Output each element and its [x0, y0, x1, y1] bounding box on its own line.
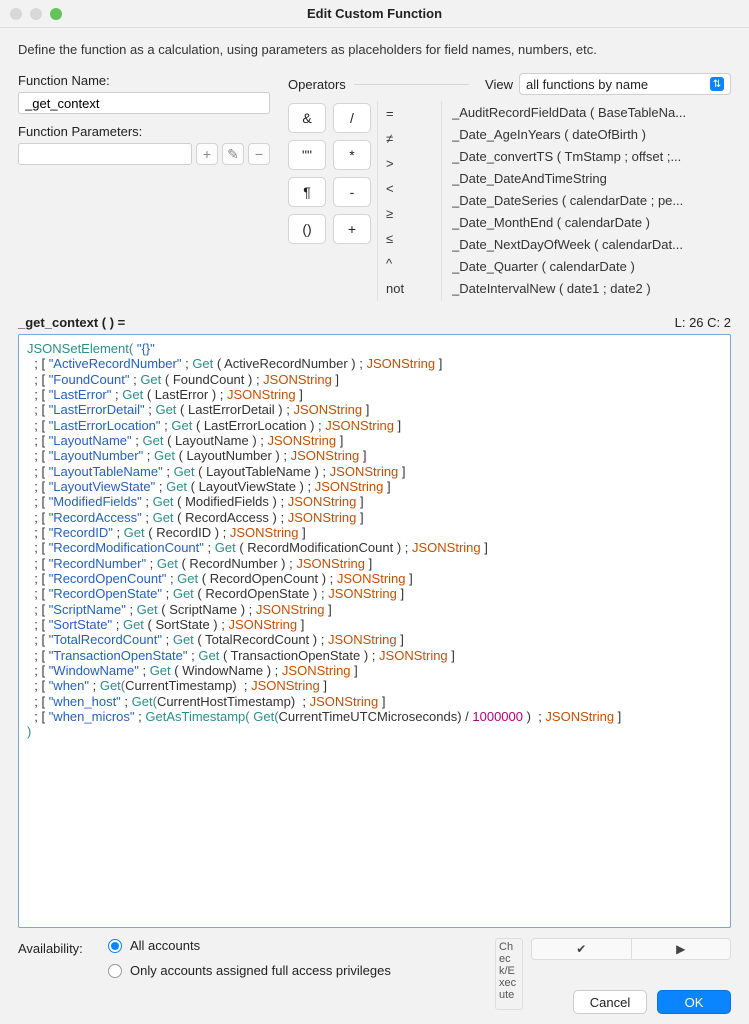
function-list[interactable]: _AuditRecordFieldData ( BaseTableNa..._D…: [441, 101, 731, 301]
function-list-item[interactable]: _Date_DateSeries ( calendarDate ; pe...: [452, 189, 731, 211]
dialog-window: Edit Custom Function Define the function…: [0, 0, 749, 1024]
left-column: Function Name: Function Parameters: + ✎ …: [18, 73, 270, 301]
parameter-input[interactable]: [18, 143, 192, 165]
view-select-value: all functions by name: [526, 77, 648, 92]
operators-body: &/""*¶-()+ =≠><≥≤^notand _AuditRecordFie…: [288, 101, 731, 301]
operator-grid: &/""*¶-()+: [288, 101, 371, 301]
edit-parameter-button[interactable]: ✎: [222, 143, 244, 165]
operators-label: Operators: [288, 77, 346, 92]
operator-button[interactable]: -: [333, 177, 371, 207]
play-icon: ▶: [676, 942, 685, 956]
parameter-row: + ✎ −: [18, 143, 270, 165]
comparison-op[interactable]: =: [386, 101, 435, 126]
check-execute-label: Check/Execute: [495, 938, 523, 1010]
function-list-item[interactable]: _Date_Quarter ( calendarDate ): [452, 255, 731, 277]
function-name-input[interactable]: [18, 92, 270, 114]
dialog-buttons: Cancel OK: [531, 990, 731, 1014]
function-parameters-label: Function Parameters:: [18, 124, 270, 139]
run-button[interactable]: ▶: [632, 939, 731, 959]
remove-parameter-button[interactable]: −: [248, 143, 270, 165]
comparison-op[interactable]: <: [386, 176, 435, 201]
cursor-position: L: 26 C: 2: [675, 315, 731, 330]
function-list-item[interactable]: _AuditRecordFieldData ( BaseTableNa...: [452, 101, 731, 123]
operators-column: Operators View all functions by name ⇅ &…: [288, 73, 731, 301]
intro-text: Define the function as a calculation, us…: [18, 42, 731, 57]
operator-button[interactable]: *: [333, 140, 371, 170]
function-signature: _get_context ( ) =: [18, 315, 125, 330]
bottom-row: Availability: All accounts Only accounts…: [18, 938, 731, 1014]
function-list-item[interactable]: _Date_MonthEnd ( calendarDate ): [452, 211, 731, 233]
operator-button[interactable]: +: [333, 214, 371, 244]
check-run-toolbar: ✔ ▶: [531, 938, 731, 960]
dialog-content: Define the function as a calculation, us…: [0, 28, 749, 1024]
plus-icon: +: [203, 146, 211, 162]
comparison-op[interactable]: >: [386, 151, 435, 176]
top-row: Function Name: Function Parameters: + ✎ …: [18, 73, 731, 301]
view-label: View: [485, 77, 513, 92]
comparison-op[interactable]: ≥: [386, 201, 435, 226]
chevron-updown-icon: ⇅: [710, 77, 724, 91]
function-name-label: Function Name:: [18, 73, 270, 88]
titlebar: Edit Custom Function: [0, 0, 749, 28]
check-icon: ✔: [576, 942, 586, 956]
operators-header: Operators View all functions by name ⇅: [288, 73, 731, 95]
availability-label: Availability:: [18, 938, 100, 956]
pencil-icon: ✎: [227, 146, 239, 163]
function-list-item[interactable]: _DateIntervalNew ( date1 ; date2 ): [452, 277, 731, 299]
minus-icon: −: [255, 146, 263, 162]
comparison-op[interactable]: ≤: [386, 226, 435, 251]
calculation-editor[interactable]: JSONSetElement( "{}" ; [ "ActiveRecordNu…: [18, 334, 731, 928]
radio-icon: [108, 939, 122, 953]
function-list-item[interactable]: _Date_AgeInYears ( dateOfBirth ): [452, 123, 731, 145]
comparison-op[interactable]: ^: [386, 251, 435, 276]
window-title: Edit Custom Function: [0, 6, 749, 21]
check-button[interactable]: ✔: [532, 939, 632, 959]
view-select[interactable]: all functions by name ⇅: [519, 73, 731, 95]
separator-line: [354, 84, 469, 85]
availability-options: All accounts Only accounts assigned full…: [108, 938, 487, 978]
right-buttons: ✔ ▶ Cancel OK: [531, 938, 731, 1014]
comparison-op[interactable]: ≠: [386, 126, 435, 151]
availability-full-access[interactable]: Only accounts assigned full access privi…: [108, 963, 487, 978]
function-list-item[interactable]: _Date_NextDayOfWeek ( calendarDat...: [452, 233, 731, 255]
signature-row: _get_context ( ) = L: 26 C: 2: [18, 315, 731, 330]
operator-button[interactable]: /: [333, 103, 371, 133]
operator-button[interactable]: &: [288, 103, 326, 133]
add-parameter-button[interactable]: +: [196, 143, 218, 165]
radio-label: All accounts: [130, 938, 200, 953]
operator-button[interactable]: (): [288, 214, 326, 244]
ok-button[interactable]: OK: [657, 990, 731, 1014]
function-list-item[interactable]: _Date_DateAndTimeString: [452, 167, 731, 189]
radio-label: Only accounts assigned full access privi…: [130, 963, 391, 978]
comparison-op[interactable]: not: [386, 276, 435, 301]
cancel-button[interactable]: Cancel: [573, 990, 647, 1014]
radio-icon: [108, 964, 122, 978]
availability-all-accounts[interactable]: All accounts: [108, 938, 487, 953]
operator-button[interactable]: "": [288, 140, 326, 170]
operator-button[interactable]: ¶: [288, 177, 326, 207]
comparison-list[interactable]: =≠><≥≤^notand: [377, 101, 435, 301]
function-list-item[interactable]: _Date_convertTS ( TmStamp ; offset ;...: [452, 145, 731, 167]
